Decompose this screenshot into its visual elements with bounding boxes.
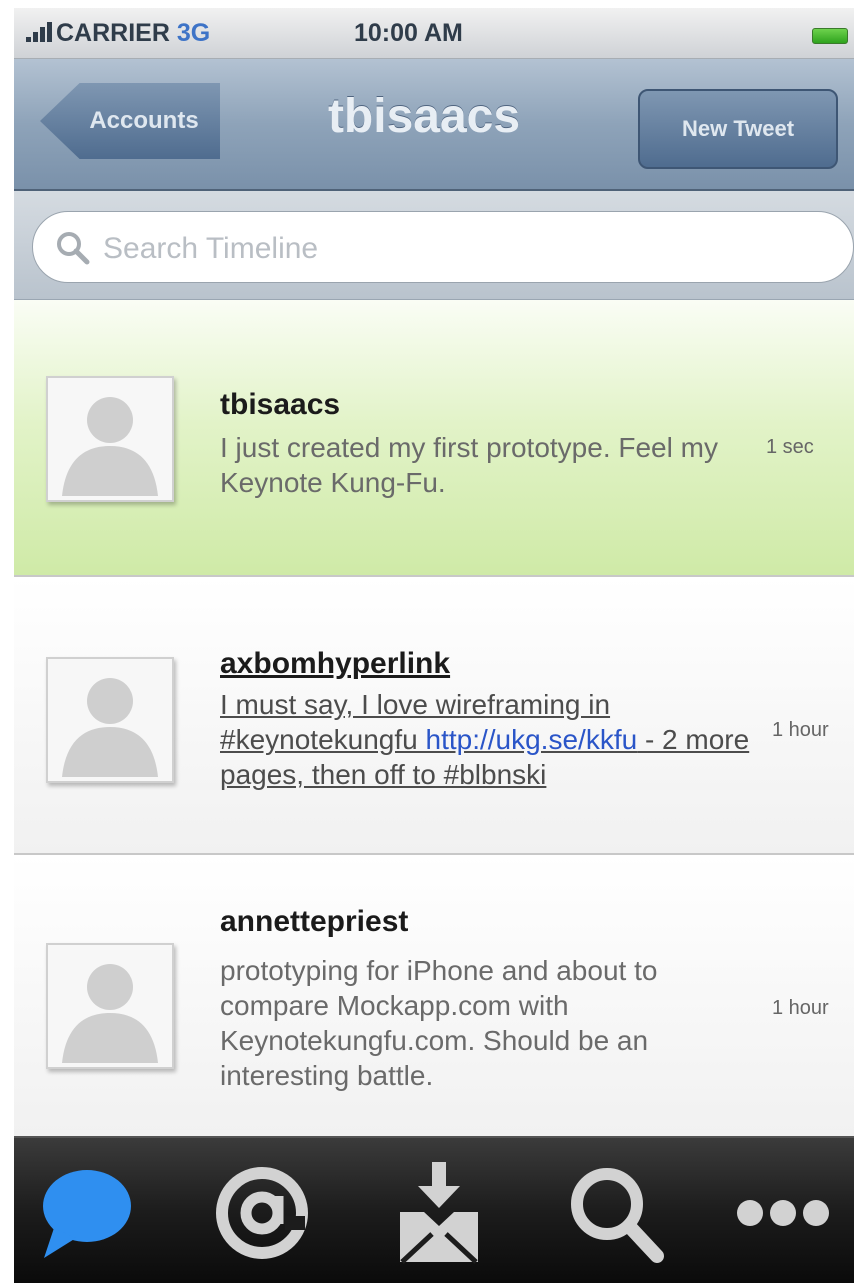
tweet-text: prototyping for iPhone and about to comp… (220, 955, 658, 1091)
battery-icon (812, 28, 848, 44)
tab-more[interactable] (728, 1158, 838, 1268)
network-type: 3G (176, 19, 211, 47)
tab-messages[interactable] (384, 1158, 494, 1268)
accounts-back-button[interactable]: Accounts (40, 83, 220, 159)
at-sign-icon (216, 1167, 308, 1259)
carrier-name: CARRIER (56, 19, 170, 47)
tweet-author[interactable]: axbomhyperlink (220, 647, 450, 681)
phone-screen: CARRIER 3G 10:00 AM Accounts tbisaacs Ne… (14, 8, 854, 1283)
speech-bubble-icon (43, 1170, 131, 1258)
status-bar: CARRIER 3G 10:00 AM (14, 8, 854, 59)
tweet-link[interactable]: http://ukg.se/kkfu (426, 724, 638, 755)
signal-strength-icon (26, 22, 52, 42)
search-icon (571, 1168, 664, 1263)
person-silhouette-icon (62, 397, 158, 496)
inbox-download-icon (400, 1162, 478, 1264)
tweet-row[interactable]: axbomhyperlink I must say, I love wirefr… (14, 577, 854, 855)
search-input[interactable] (101, 224, 825, 274)
person-silhouette-icon (62, 678, 158, 777)
status-time: 10:00 AM (354, 19, 463, 47)
avatar (46, 376, 174, 502)
navigation-bar: Accounts tbisaacs New Tweet (14, 59, 854, 191)
tweet-text: I just created my first prototype. Feel … (220, 432, 718, 498)
tweet-age: 1 sec (766, 436, 814, 458)
tweet-text: I must say, I love wireframing in #keyno… (220, 687, 750, 792)
tweet-row[interactable]: tbisaacs I just created my first prototy… (14, 300, 854, 577)
tab-mentions[interactable] (207, 1158, 317, 1268)
more-icon (737, 1200, 829, 1226)
magnifier-icon (57, 232, 90, 265)
tweet-age: 1 hour (772, 997, 829, 1019)
tab-bar (14, 1136, 854, 1283)
search-field[interactable] (32, 211, 854, 283)
tweet-age: 1 hour (772, 719, 829, 741)
tweet-author[interactable]: tbisaacs (220, 388, 340, 422)
person-silhouette-icon (62, 964, 158, 1063)
avatar (46, 657, 174, 783)
avatar (46, 943, 174, 1069)
tab-search[interactable] (561, 1158, 671, 1268)
carrier-label: CARRIER 3G (56, 19, 210, 48)
tweet-row[interactable]: annettepriest prototyping for iPhone and… (14, 855, 854, 1136)
new-tweet-button[interactable]: New Tweet (638, 89, 838, 169)
tweet-author[interactable]: annettepriest (220, 905, 408, 939)
search-bar (14, 191, 854, 300)
page-title: tbisaacs (327, 90, 521, 143)
tab-timeline[interactable] (32, 1158, 142, 1268)
